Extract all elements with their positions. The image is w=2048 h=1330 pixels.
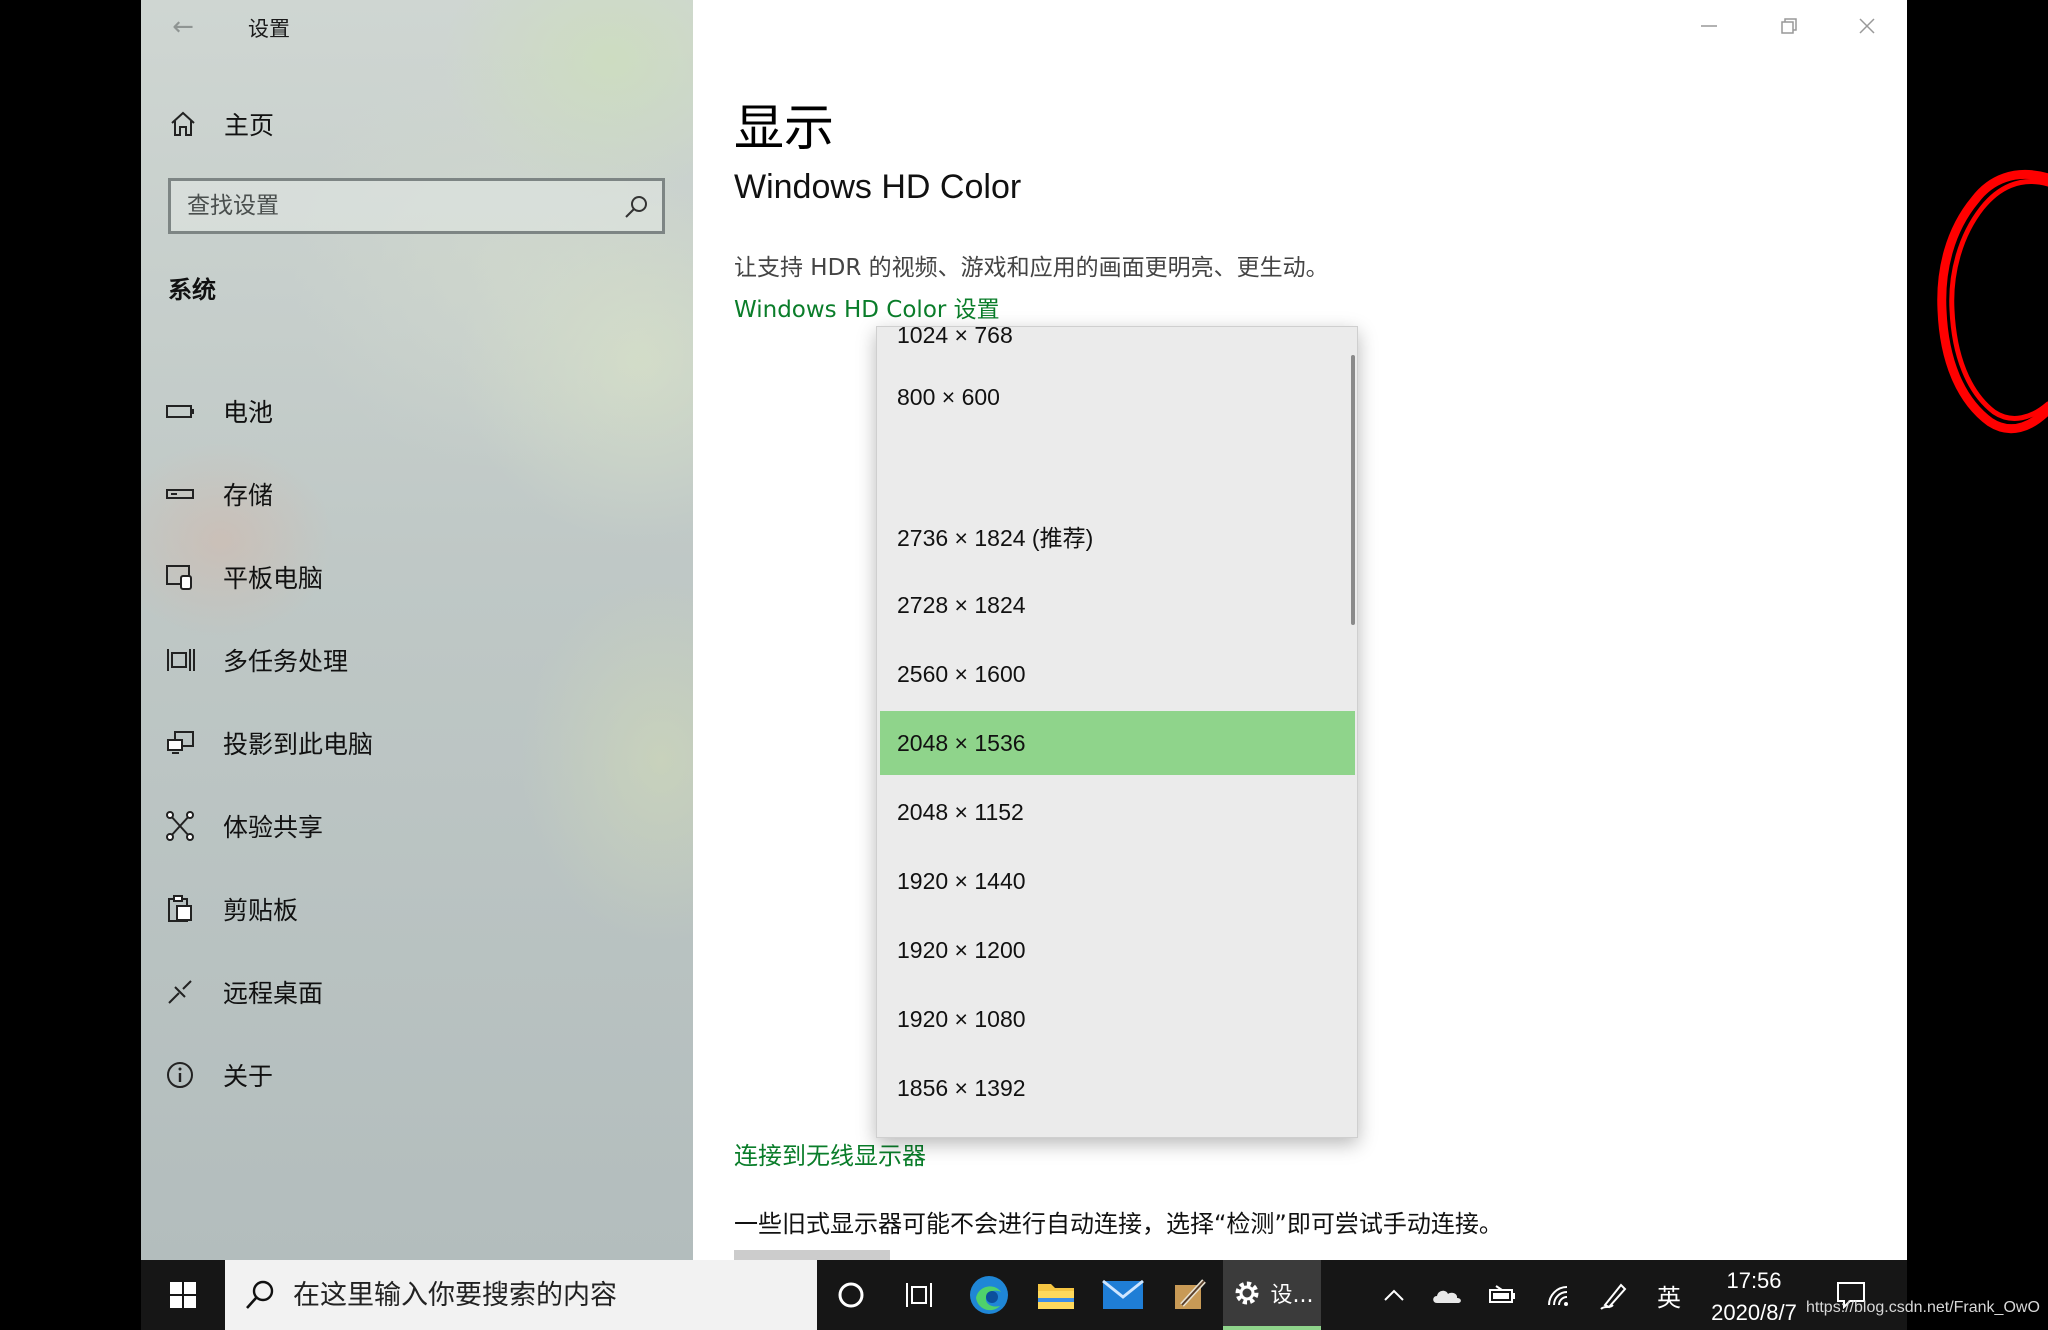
title-bar: ← 设置 bbox=[141, 0, 693, 54]
sidebar-item-label: 存储 bbox=[223, 481, 274, 510]
sidebar: ← 设置 主页 系统 电池 bbox=[141, 0, 693, 1260]
detect-note: 一些旧式显示器可能不会进行自动连接，选择“检测”即可尝试手动连接。 bbox=[734, 1210, 1503, 1238]
sidebar-item-remote-desktop[interactable]: 远程桌面 bbox=[141, 960, 693, 1024]
battery-icon bbox=[166, 405, 194, 418]
task-view-icon bbox=[906, 1283, 932, 1307]
search-icon bbox=[246, 1280, 274, 1309]
chevron-up-icon bbox=[1384, 1289, 1404, 1301]
hd-color-settings-link[interactable]: Windows HD Color 设置 bbox=[734, 290, 1000, 324]
battery-icon bbox=[1489, 1285, 1515, 1303]
app-title: 设置 bbox=[248, 17, 290, 41]
file-explorer-icon bbox=[1038, 1284, 1074, 1309]
connect-wireless-display-link[interactable]: 连接到无线显示器 bbox=[734, 1136, 926, 1171]
search-settings bbox=[168, 178, 665, 234]
onedrive-icon bbox=[1433, 1290, 1461, 1303]
sidebar-item-label: 投影到此电脑 bbox=[223, 730, 374, 759]
mail-button[interactable] bbox=[1089, 1260, 1157, 1330]
sidebar-item-project[interactable]: 投影到此电脑 bbox=[141, 711, 693, 775]
sidebar-item-storage[interactable]: 存储 bbox=[141, 462, 693, 526]
storage-icon bbox=[166, 489, 194, 499]
settings-window: ← 设置 主页 系统 电池 bbox=[141, 0, 1907, 1260]
wifi-icon bbox=[1548, 1286, 1568, 1306]
pen-workspace-button[interactable] bbox=[1587, 1260, 1643, 1330]
clock-time: 17:56 bbox=[1726, 1268, 1782, 1293]
sidebar-item-label: 剪贴板 bbox=[223, 896, 299, 925]
resolution-option[interactable]: 800 × 600 bbox=[880, 365, 1355, 429]
sidebar-item-label: 多任务处理 bbox=[223, 647, 349, 676]
resolution-option[interactable]: 2048 × 1152 bbox=[880, 780, 1355, 844]
sidebar-item-shared-experiences[interactable]: 体验共享 bbox=[141, 794, 693, 858]
taskbar-search bbox=[225, 1260, 817, 1330]
tablet-icon bbox=[166, 565, 192, 590]
edge-button[interactable] bbox=[955, 1260, 1023, 1330]
action-center-button[interactable] bbox=[1821, 1260, 1881, 1330]
input-language-button[interactable]: 英 bbox=[1643, 1260, 1695, 1330]
sidebar-item-label: 关于 bbox=[223, 1062, 274, 1091]
resolution-option[interactable]: 1024 × 768 bbox=[880, 327, 1355, 367]
resolution-option[interactable]: 1920 × 1440 bbox=[880, 849, 1355, 913]
search-icon[interactable] bbox=[622, 193, 650, 221]
battery-tray-button[interactable] bbox=[1475, 1260, 1531, 1330]
clipboard-icon bbox=[168, 895, 192, 922]
resolution-option[interactable]: 2560 × 1600 bbox=[880, 642, 1355, 706]
home-icon bbox=[171, 111, 195, 136]
cortana-button[interactable] bbox=[817, 1260, 885, 1330]
dropdown-scrollbar[interactable] bbox=[1351, 355, 1355, 625]
taskbar-search-input[interactable] bbox=[293, 1276, 793, 1314]
sidebar-item-label: 电池 bbox=[223, 398, 274, 427]
app-icon bbox=[1175, 1279, 1206, 1309]
page-title: 显示 bbox=[734, 99, 834, 157]
watermark: https://blog.csdn.net/Frank_OwO bbox=[1806, 1299, 2040, 1316]
wifi-button[interactable] bbox=[1531, 1260, 1587, 1330]
resolution-option[interactable]: 2736 × 1824 (推荐) bbox=[880, 504, 1355, 568]
sidebar-item-label: 主页 bbox=[224, 111, 275, 140]
remote-desktop-icon bbox=[168, 980, 192, 1004]
file-explorer-button[interactable] bbox=[1023, 1260, 1089, 1330]
settings-taskbar-label: 设... bbox=[1270, 1283, 1314, 1308]
resolution-option[interactable]: 1856 × 1392 bbox=[880, 1056, 1355, 1120]
start-button[interactable] bbox=[141, 1260, 225, 1330]
red-circle-annotation bbox=[1937, 170, 2048, 434]
section-heading: 系统 bbox=[168, 276, 216, 304]
pinned-app-button[interactable] bbox=[1157, 1260, 1223, 1330]
sidebar-item-tablet[interactable]: 平板电脑 bbox=[141, 545, 693, 609]
back-button[interactable]: ← bbox=[163, 9, 203, 45]
resolution-option[interactable] bbox=[880, 435, 1355, 499]
search-input[interactable] bbox=[187, 189, 587, 223]
info-icon bbox=[167, 1062, 193, 1088]
detect-button[interactable] bbox=[734, 1250, 890, 1260]
resolution-option[interactable]: 1920 × 1080 bbox=[880, 987, 1355, 1051]
settings-gear-icon bbox=[1235, 1281, 1258, 1305]
sidebar-item-about[interactable]: 关于 bbox=[141, 1043, 693, 1107]
pen-icon bbox=[1600, 1283, 1627, 1310]
resolution-option[interactable]: 2728 × 1824 bbox=[880, 573, 1355, 637]
project-icon bbox=[167, 731, 194, 754]
sidebar-item-battery[interactable]: 电池 bbox=[141, 379, 693, 443]
sidebar-item-multitasking[interactable]: 多任务处理 bbox=[141, 628, 693, 692]
sidebar-item-label: 远程桌面 bbox=[223, 979, 324, 1008]
show-hidden-icons-button[interactable] bbox=[1369, 1260, 1419, 1330]
resolution-option-selected[interactable]: 2048 × 1536 bbox=[880, 711, 1355, 775]
settings-taskbar-button[interactable]: 设... bbox=[1223, 1260, 1321, 1330]
sidebar-item-clipboard[interactable]: 剪贴板 bbox=[141, 877, 693, 941]
windows-start-icon bbox=[170, 1282, 196, 1308]
clock[interactable]: 17:56 2020/8/7 bbox=[1699, 1262, 1809, 1328]
sidebar-item-label: 平板电脑 bbox=[223, 564, 324, 593]
multitasking-icon bbox=[167, 649, 195, 671]
taskbar: 设... 英 17:56 2020/8/7 bbox=[141, 1260, 1907, 1330]
clock-date: 2020/8/7 bbox=[1711, 1300, 1797, 1325]
arrow-left-icon: ← bbox=[172, 12, 194, 42]
task-view-button[interactable] bbox=[885, 1260, 955, 1330]
edge-icon bbox=[970, 1276, 1008, 1314]
sidebar-item-label: 体验共享 bbox=[223, 813, 324, 842]
onedrive-button[interactable] bbox=[1419, 1260, 1475, 1330]
resolution-dropdown-list: 1024 × 768 800 × 600 2736 × 1824 (推荐) 27… bbox=[876, 326, 1358, 1138]
mail-icon bbox=[1102, 1279, 1144, 1309]
cortana-icon bbox=[838, 1282, 864, 1308]
section-subtitle: Windows HD Color bbox=[734, 168, 1022, 206]
share-icon bbox=[166, 811, 194, 841]
resolution-option[interactable]: 1920 × 1200 bbox=[880, 918, 1355, 982]
sidebar-item-home[interactable]: 主页 bbox=[141, 98, 693, 150]
hdr-description: 让支持 HDR 的视频、游戏和应用的画面更明亮、更生动。 bbox=[734, 255, 1329, 281]
